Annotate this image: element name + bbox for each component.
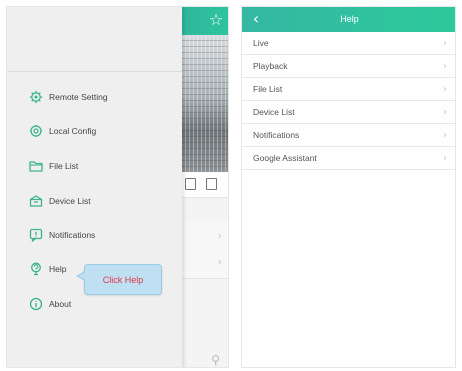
drawer-item-label: Notifications [49, 230, 96, 240]
help-item-label: File List [253, 84, 283, 94]
help-item-label: Device List [253, 107, 295, 117]
chevron-right-icon: › [217, 255, 222, 268]
drawer-item-label: Device List [49, 196, 91, 206]
info-icon [29, 297, 43, 311]
help-topic-list: Live › Playback › File List › Device Lis… [242, 32, 455, 170]
folder-icon [29, 161, 43, 172]
help-item-playback[interactable]: Playback › [242, 55, 455, 78]
video-toolbar [182, 172, 228, 198]
drawer-item-file-list[interactable]: File List [29, 155, 78, 177]
chevron-left-icon: ‹ [252, 9, 260, 28]
help-item-file-list[interactable]: File List › [242, 78, 455, 101]
click-help-callout: Click Help [76, 264, 162, 295]
drawer-item-label: About [49, 299, 72, 309]
drawer-item-local-config[interactable]: Local Config [29, 120, 96, 142]
drawer-item-about[interactable]: About [29, 293, 71, 315]
chevron-right-icon: › [443, 153, 447, 164]
fullscreen-icon[interactable] [185, 178, 196, 190]
drawer-item-help[interactable]: Help [29, 258, 66, 280]
snapshot-icon[interactable] [206, 178, 217, 190]
left-phone-screen: ☆ › › ⚲ Remote Setting Local Config File… [6, 6, 229, 368]
live-video-preview [182, 35, 228, 172]
drawer-item-remote-setting[interactable]: Remote Setting [29, 86, 108, 108]
help-item-live[interactable]: Live › [242, 32, 455, 55]
drawer-item-label: File List [49, 161, 79, 171]
drawer-item-notifications[interactable]: Notifications [29, 224, 95, 246]
help-item-label: Playback [253, 61, 288, 71]
help-icon [31, 262, 41, 276]
side-drawer: Remote Setting Local Config File List De… [7, 7, 182, 367]
chevron-right-icon: › [443, 84, 447, 95]
drawer-divider [7, 71, 182, 72]
page-title: Help [340, 14, 359, 24]
right-phone-screen: Help ‹ Live › Playback › File List › Dev… [241, 6, 456, 368]
help-item-notifications[interactable]: Notifications › [242, 124, 455, 147]
drawer-item-label: Remote Setting [49, 92, 108, 102]
chevron-right-icon: › [443, 61, 447, 72]
chevron-right-icon: › [443, 130, 447, 141]
help-item-label: Live [253, 38, 269, 48]
help-item-device-list[interactable]: Device List › [242, 101, 455, 124]
drawer-item-label: Help [49, 264, 67, 274]
background-app-content: ☆ › › ⚲ [182, 7, 228, 367]
callout-text: Click Help [102, 274, 144, 285]
microphone-icon[interactable]: ⚲ [211, 353, 220, 367]
help-item-label: Google Assistant [253, 153, 317, 163]
drawer-item-label: Local Config [49, 126, 97, 136]
star-outline-icon[interactable]: ☆ [206, 10, 226, 30]
chevron-right-icon: › [443, 107, 447, 118]
chevron-right-icon: › [443, 38, 447, 49]
background-list-row[interactable]: › [182, 247, 228, 279]
notification-icon [29, 228, 43, 242]
drawer-item-device-list[interactable]: Device List [29, 190, 91, 212]
help-header: Help ‹ [242, 7, 455, 32]
background-header: ☆ [182, 7, 228, 35]
chevron-right-icon: › [217, 229, 222, 242]
help-item-label: Notifications [253, 130, 300, 140]
device-box-icon [29, 195, 43, 207]
help-item-google-assistant[interactable]: Google Assistant › [242, 147, 455, 170]
back-button[interactable]: ‹ [246, 8, 266, 30]
gear-icon [29, 90, 43, 104]
settings-cog-icon [30, 125, 42, 137]
